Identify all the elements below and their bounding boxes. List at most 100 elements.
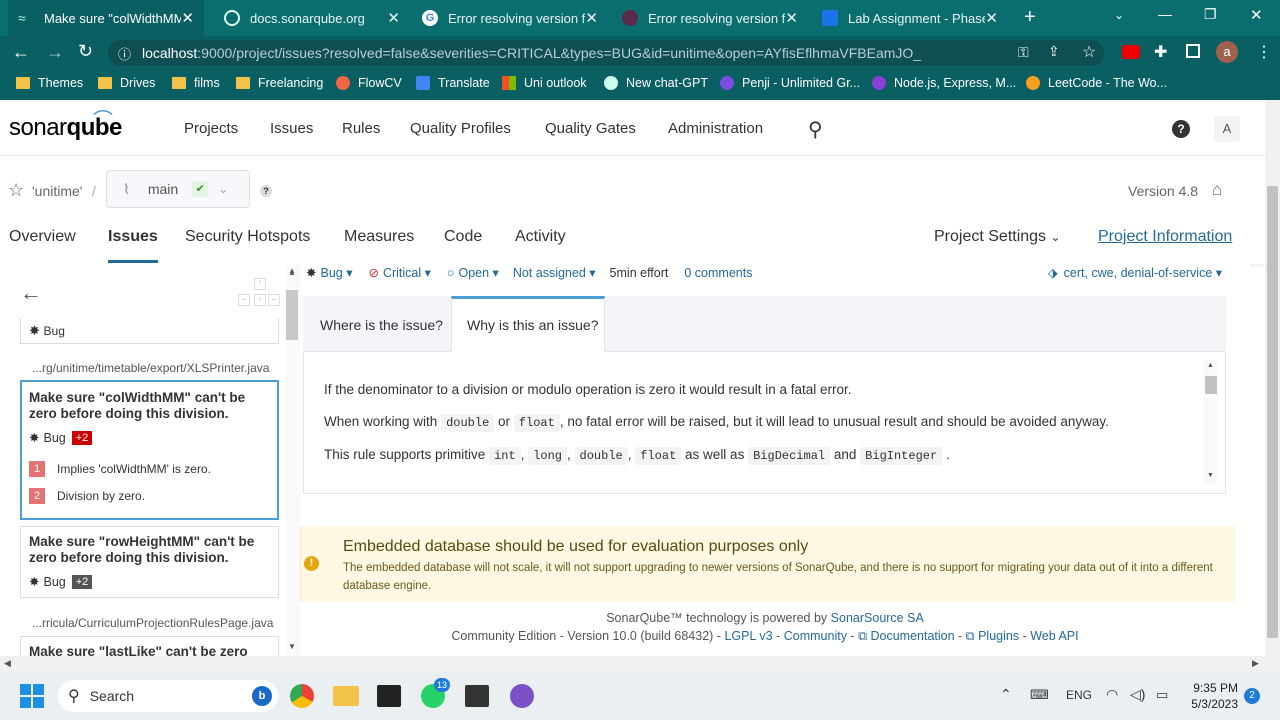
notifications-badge[interactable]: 2 <box>1244 688 1260 704</box>
close-tab-icon[interactable]: ✕ <box>585 9 598 27</box>
bookmark-themes[interactable]: Themes <box>16 76 83 90</box>
chrome-taskbar-icon[interactable] <box>290 684 314 708</box>
severity-dropdown[interactable]: Critical ▾ <box>383 265 431 280</box>
tab-code[interactable]: Code <box>444 228 482 246</box>
browser-tab[interactable]: docs.sonarqube.org ✕ <box>214 0 410 36</box>
sonarqube-logo[interactable]: sonarqube ⌒ <box>9 110 122 142</box>
youtube-extension-icon[interactable] <box>1122 45 1140 59</box>
plugins-link[interactable]: Plugins <box>978 629 1019 643</box>
scroll-right-icon[interactable]: ▶ <box>1252 658 1259 669</box>
help-icon[interactable]: ? <box>1172 120 1190 138</box>
tab-overview[interactable]: Overview <box>9 228 76 246</box>
wifi-icon[interactable]: ◠ <box>1106 686 1118 703</box>
issue-card-selected[interactable]: Make sure "colWidthMM" can't be zero bef… <box>20 380 279 520</box>
bookmark-translate[interactable]: Translate <box>416 76 490 90</box>
page-horizontal-scrollbar[interactable]: ◀ ▶ <box>0 656 1265 672</box>
status-dropdown[interactable]: Open ▾ <box>458 265 498 280</box>
reload-icon[interactable]: ↻ <box>78 41 93 62</box>
community-link[interactable]: Community <box>784 629 847 643</box>
back-arrow-icon[interactable]: ← <box>20 280 42 306</box>
battery-icon[interactable]: ▭ <box>1156 687 1168 703</box>
project-name[interactable]: 'unitime' <box>32 183 82 199</box>
browser-tab[interactable]: G Error resolving version for ✕ <box>412 0 608 36</box>
project-settings-menu[interactable]: Project Settings ⌄ <box>934 228 1061 246</box>
bookmark-chatgpt[interactable]: New chat-GPT <box>604 76 708 90</box>
show-hidden-icons-icon[interactable]: ⌃ <box>1000 686 1012 703</box>
user-avatar[interactable]: A <box>1214 116 1240 142</box>
project-information-link[interactable]: Project Information <box>1098 228 1232 246</box>
issue-card-partial[interactable]: ✸ Bug <box>20 318 279 344</box>
bookmark-nodejs[interactable]: Node.js, Express, M... <box>872 76 1016 90</box>
minimize-icon[interactable]: — <box>1158 6 1172 22</box>
documentation-link[interactable]: Documentation <box>870 629 954 643</box>
home-icon[interactable]: ⌂ <box>1212 180 1222 200</box>
assignee-dropdown[interactable]: Not assigned ▾ <box>513 265 596 280</box>
scrollbar-thumb[interactable] <box>286 290 298 340</box>
bookmark-leetcode[interactable]: LeetCode - The Wo... <box>1026 76 1167 90</box>
close-tab-icon[interactable]: ✕ <box>387 9 400 27</box>
issue-card[interactable]: Make sure "rowHeightMM" can't be zero be… <box>20 526 279 598</box>
restore-icon[interactable]: ❐ <box>1204 6 1217 23</box>
browser-tab[interactable]: Error resolving version for ✕ <box>612 0 808 36</box>
github-desktop-icon[interactable] <box>510 684 534 708</box>
issue-type-dropdown[interactable]: Bug ▾ <box>320 265 352 280</box>
left-scrollbar[interactable]: ▲ ▼ <box>285 264 300 656</box>
bookmark-freelancing[interactable]: Freelancing <box>236 76 323 90</box>
tab-activity[interactable]: Activity <box>515 228 566 246</box>
search-icon[interactable]: ⚲ <box>808 117 823 142</box>
bookmark-star-icon[interactable]: ☆ <box>1082 42 1096 62</box>
tab-issues[interactable]: Issues <box>108 228 158 263</box>
scrollbar-thumb[interactable] <box>1267 186 1278 638</box>
profile-avatar[interactable]: a <box>1216 41 1238 63</box>
forward-icon[interactable]: → <box>46 42 64 63</box>
file-explorer-icon[interactable] <box>333 686 359 706</box>
close-tab-icon[interactable]: ✕ <box>985 9 998 27</box>
language-indicator[interactable]: ENG <box>1066 688 1092 702</box>
side-panel-icon[interactable] <box>1186 44 1200 58</box>
new-tab-icon[interactable]: + <box>1024 6 1036 29</box>
bookmark-penji[interactable]: Penji - Unlimited Gr... <box>720 76 860 90</box>
nav-rules[interactable]: Rules <box>342 120 380 137</box>
key-icon[interactable]: ⚿ <box>1018 44 1029 61</box>
secondary-location[interactable]: 1 Implies 'colWidthMM' is zero. <box>29 461 270 477</box>
issue-card[interactable]: Make sure "lastLike" can't be zero <box>20 636 279 656</box>
nav-administration[interactable]: Administration <box>668 120 763 137</box>
scrollbar-thumb[interactable] <box>1205 376 1217 394</box>
keyboard-icon[interactable]: ⌨ <box>1030 687 1049 703</box>
bookmark-films[interactable]: films <box>172 76 220 90</box>
locations-badge[interactable]: +2 <box>71 430 93 445</box>
volume-icon[interactable]: ◁) <box>1130 686 1145 703</box>
locations-badge[interactable]: +2 <box>71 574 93 589</box>
scroll-down-icon[interactable]: ▼ <box>1207 472 1214 479</box>
tab-search-chevron-icon[interactable]: ⌄ <box>1114 8 1124 22</box>
close-window-icon[interactable]: ✕ <box>1250 6 1263 24</box>
back-icon[interactable]: ← <box>12 42 30 63</box>
branch-selector[interactable]: ⌇ main ✔ ⌄ <box>106 170 250 208</box>
bookmark-uni-outlook[interactable]: Uni outlook <box>502 76 587 90</box>
windows-start-icon[interactable] <box>20 684 44 708</box>
taskbar-search[interactable]: ⚲ Search b <box>58 680 278 712</box>
bookmark-flowcv[interactable]: FlowCV <box>336 76 402 90</box>
nav-projects[interactable]: Projects <box>184 120 238 137</box>
terminal-icon[interactable] <box>377 685 401 707</box>
tab-measures[interactable]: Measures <box>344 228 414 246</box>
tab-why-is-this-an-issue[interactable]: Why is this an issue? <box>451 296 605 352</box>
secondary-location[interactable]: 2 Division by zero. <box>29 488 270 504</box>
browser-tab-active[interactable]: ≈ Make sure "colWidthMM" ✕ <box>8 0 204 36</box>
close-tab-icon[interactable]: ✕ <box>181 9 194 27</box>
extensions-puzzle-icon[interactable]: ✚ <box>1154 42 1167 62</box>
share-icon[interactable]: ⇪ <box>1048 43 1060 60</box>
description-scrollbar[interactable]: ▲ ▼ <box>1204 360 1218 484</box>
url-input[interactable]: ⓘ localhost:9000/project/issues?resolved… <box>108 40 1104 66</box>
console-icon[interactable] <box>465 685 489 707</box>
comments-link[interactable]: 0 comments <box>684 266 752 280</box>
bookmark-drives[interactable]: Drives <box>98 76 155 90</box>
scroll-up-icon[interactable]: ▲ <box>1207 362 1214 369</box>
browser-tab[interactable]: Lab Assignment - Phase 1 ✕ <box>812 0 1008 36</box>
scroll-up-icon[interactable]: ▲ <box>288 268 296 277</box>
web-api-link[interactable]: Web API <box>1030 629 1078 643</box>
sonarsource-link[interactable]: SonarSource SA <box>831 611 924 625</box>
close-tab-icon[interactable]: ✕ <box>785 9 798 27</box>
lgpl-link[interactable]: LGPL v3 <box>724 629 772 643</box>
tags-dropdown[interactable]: ⬗ cert, cwe, denial-of-service ▾ <box>1048 265 1222 281</box>
